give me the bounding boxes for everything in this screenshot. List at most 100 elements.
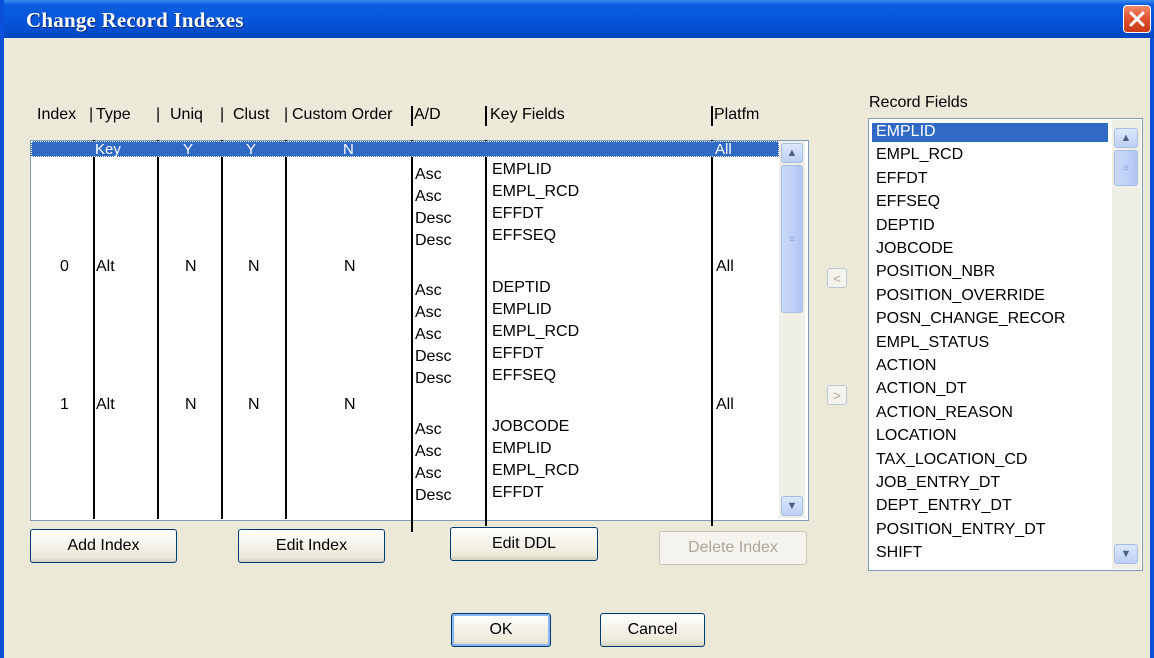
header-type: Type [96,106,131,123]
title-bar[interactable]: Change Record Indexes [4,0,1154,38]
key-order: Desc [415,232,452,249]
key-field: JOBCODE [492,418,570,435]
dialog-title: Change Record Indexes [26,8,244,32]
key-order: Desc [415,370,452,387]
header-sep-1: | [89,106,94,123]
list-item[interactable]: SHIFT [876,544,922,562]
header-sep-2: | [156,106,161,123]
delete-index-button[interactable]: Delete Index [659,531,807,565]
list-item[interactable]: JOB_ENTRY_DT [876,474,1000,492]
selected-uniq: Y [183,141,194,158]
selected-platform: All [715,141,732,158]
list-item[interactable]: ACTION [876,357,936,375]
arrow-right-icon: > [833,387,841,403]
key-order: Desc [415,348,452,365]
list-item[interactable]: LOCATION [876,427,957,445]
chevron-down-icon: ▼ [786,500,798,512]
cancel-button[interactable]: Cancel [600,613,705,647]
list-item[interactable]: TAX_LOCATION_CD [876,451,1027,469]
index-custom-order: N [344,396,356,413]
index-number: 1 [60,396,69,413]
list-item[interactable]: DEPTID [876,217,935,235]
key-order: Desc [415,210,452,227]
list-item[interactable]: EMPLID [876,123,936,141]
list-item[interactable]: ACTION_DT [876,380,967,398]
key-field: EMPLID [492,440,552,457]
header-sep-4: | [284,106,289,123]
key-field: EFFDT [492,345,544,362]
index-clust: N [248,258,260,275]
key-order: Asc [415,326,442,343]
grid-scrollbar[interactable]: ▲ ≡ ▼ [779,141,805,518]
key-field: EFFSEQ [492,367,557,384]
selected-custom-order: N [343,141,354,158]
chevron-down-icon: ▼ [1120,548,1132,560]
edit-ddl-button[interactable]: Edit DDL [450,527,598,561]
arrow-left-icon: < [833,270,841,286]
key-field: EMPLID [492,161,552,178]
index-platform: All [716,396,734,413]
grid-selected-row[interactable]: Key Y Y N All [31,141,779,158]
close-button[interactable] [1123,5,1151,33]
list-item[interactable]: POSITION_NBR [876,263,995,281]
grip-icon: ≡ [1123,162,1129,174]
grid-column-line [485,140,487,526]
key-order: Asc [415,304,442,321]
list-item[interactable]: POSN_CHANGE_RECOR [876,310,1065,328]
list-item[interactable]: JOBCODE [876,240,953,258]
scroll-up-button[interactable]: ▲ [781,143,803,163]
header-custom-order: Custom Order [292,106,393,123]
edit-index-button[interactable]: Edit Index [238,529,385,563]
key-order: Asc [415,166,442,183]
list-item[interactable]: POSITION_OVERRIDE [876,287,1045,305]
grip-icon: ≡ [789,233,795,245]
scroll-down-button[interactable]: ▼ [781,496,803,516]
ok-button[interactable]: OK [451,613,551,647]
list-item[interactable]: DEPT_ENTRY_DT [876,497,1012,515]
record-fields-list[interactable]: EMPLID EMPL_RCD EFFDT EFFSEQ DEPTID JOBCODE PO… [868,118,1143,571]
index-custom-order: N [344,258,356,275]
list-item[interactable]: POSITION_ENTRY_DT [876,521,1046,539]
header-divider [711,106,713,126]
scroll-up-button[interactable]: ▲ [1114,128,1138,148]
fields-scrollbar[interactable]: ▲ ≡ ▼ [1112,120,1141,569]
list-item[interactable]: EMPL_RCD [876,146,963,164]
add-index-button[interactable]: Add Index [30,529,177,563]
scroll-down-button[interactable]: ▼ [1114,544,1138,564]
scroll-thumb[interactable]: ≡ [781,165,803,313]
index-platform: All [716,258,734,275]
scroll-thumb[interactable]: ≡ [1114,150,1138,186]
grid-column-line [157,140,159,519]
selected-type: Key [95,141,121,158]
grid-column-line [711,140,713,526]
key-order: Asc [415,421,442,438]
key-field: EMPL_RCD [492,183,580,200]
index-type: Alt [96,396,115,413]
key-field: EMPL_RCD [492,323,580,340]
key-field: DEPTID [492,279,551,296]
index-uniq: N [185,258,197,275]
header-key-fields: Key Fields [490,106,565,123]
grid-column-line [285,140,287,519]
list-item[interactable]: EMPL_STATUS [876,334,989,352]
header-divider [485,106,487,126]
remove-field-button[interactable]: > [827,385,847,405]
list-item[interactable]: EFFDT [876,170,928,188]
grid-column-line [93,140,95,519]
index-clust: N [248,396,260,413]
list-item[interactable]: ACTION_REASON [876,404,1013,422]
header-clust: Clust [233,106,270,123]
key-order: Asc [415,282,442,299]
close-icon [1129,11,1145,27]
record-fields-label: Record Fields [869,94,968,111]
index-number: 0 [60,258,69,275]
index-uniq: N [185,396,197,413]
key-field: EMPL_RCD [492,462,580,479]
index-type: Alt [96,258,115,275]
key-order: Asc [415,443,442,460]
list-item[interactable]: EFFSEQ [876,193,940,211]
add-field-button[interactable]: < [827,268,847,288]
header-sep-3: | [220,106,225,123]
header-index: Index [37,106,77,123]
key-order: Desc [415,487,452,504]
